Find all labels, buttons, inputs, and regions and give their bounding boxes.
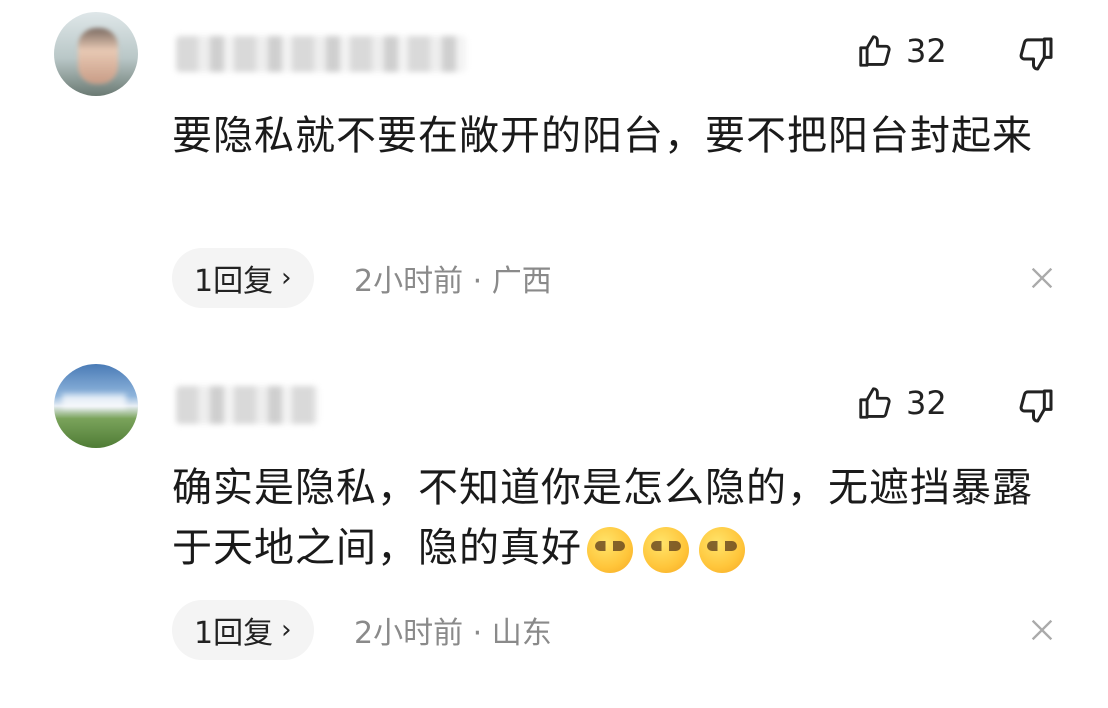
username-blurred[interactable] [176, 386, 318, 424]
close-icon[interactable] [1026, 262, 1058, 294]
close-icon[interactable] [1026, 614, 1058, 646]
timestamp: 2小时前 [354, 264, 464, 299]
username-blurred[interactable] [176, 36, 466, 72]
like-count: 32 [906, 384, 947, 422]
thumb-up-icon [859, 387, 891, 419]
comment-text: 确实是隐私，不知道你是怎么隐的，无遮挡暴露于天地之间，隐的真好 [172, 458, 1052, 578]
location: 山东 [491, 616, 552, 651]
avatar[interactable] [54, 364, 138, 448]
meta-separator: · [472, 616, 483, 651]
like-button[interactable]: 32 [856, 32, 947, 70]
reply-label: 1回复 [194, 264, 274, 299]
comment-text: 要隐私就不要在敞开的阳台，要不把阳台封起来 [172, 113, 1033, 159]
reply-label: 1回复 [194, 616, 274, 651]
reply-button[interactable]: 1回复 › [172, 248, 314, 308]
smirk-emoji-icon [587, 527, 633, 573]
avatar[interactable] [54, 12, 138, 96]
thumb-up-icon [859, 35, 891, 67]
chevron-right-icon: › [281, 615, 292, 645]
like-button[interactable]: 32 [856, 384, 947, 422]
timestamp: 2小时前 [354, 616, 464, 651]
reply-button[interactable]: 1回复 › [172, 600, 314, 660]
comment-meta: 2小时前 · 广西 [354, 256, 552, 300]
chevron-right-icon: › [281, 263, 292, 293]
thumb-down-icon[interactable] [1016, 386, 1056, 426]
like-count: 32 [906, 32, 947, 70]
comment-meta: 2小时前 · 山东 [354, 608, 552, 652]
smirk-emoji-icon [643, 527, 689, 573]
location: 广西 [491, 264, 552, 299]
meta-separator: · [472, 264, 483, 299]
thumb-down-icon[interactable] [1016, 34, 1056, 74]
smirk-emoji-icon [699, 527, 745, 573]
